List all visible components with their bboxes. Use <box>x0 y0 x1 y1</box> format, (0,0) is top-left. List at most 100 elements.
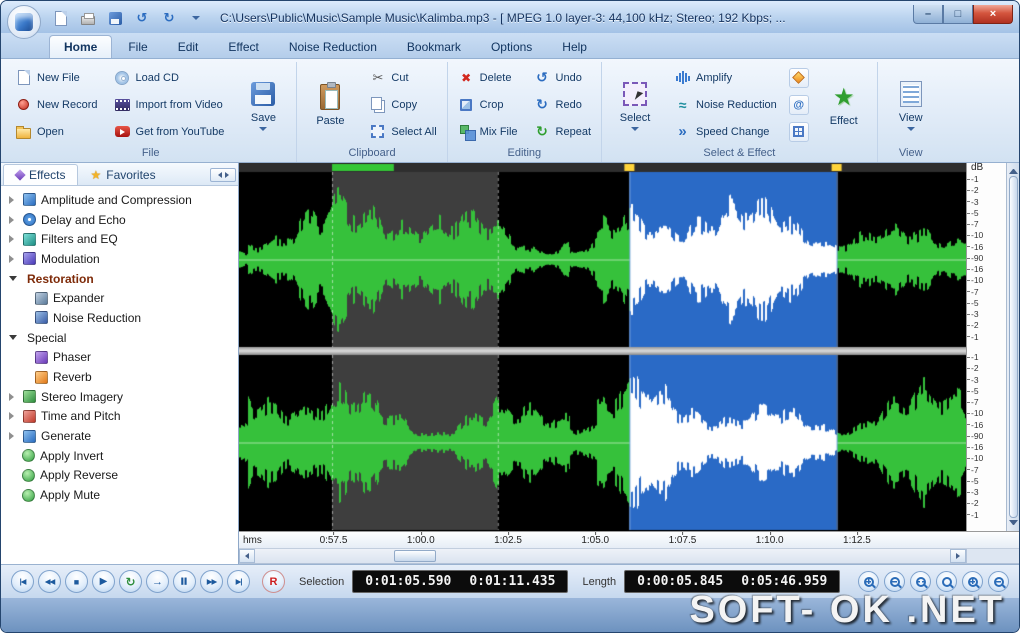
minimize-button[interactable]: – <box>913 4 943 24</box>
effect-preset-button[interactable]: @ <box>788 94 809 115</box>
sidebar-tab-scroller[interactable] <box>210 168 236 182</box>
open-button[interactable]: Open <box>11 122 102 141</box>
tree-item-apply-invert[interactable]: Apply Invert <box>5 446 238 466</box>
rewind-button[interactable]: ◀◀ <box>38 570 61 593</box>
new-file-button[interactable]: New File <box>11 68 102 87</box>
close-button[interactable]: × <box>973 4 1013 24</box>
effect-wizard-button[interactable] <box>788 67 809 88</box>
tab-home[interactable]: Home <box>49 35 113 58</box>
forward-button[interactable]: → <box>146 570 169 593</box>
loop-button[interactable]: ↻ <box>119 570 142 593</box>
select-all-button[interactable]: Select All <box>365 122 440 141</box>
redo-button[interactable]: ↻ Redo <box>530 95 595 114</box>
cut-button[interactable]: ✂ Cut <box>365 68 440 87</box>
tab-file[interactable]: File <box>114 36 161 58</box>
select-button[interactable]: Select <box>608 64 662 145</box>
sidebar-tab-effects[interactable]: Effects <box>3 164 79 185</box>
vertical-scroll-thumb[interactable] <box>1008 176 1018 518</box>
noise-reduction-button[interactable]: ≈ Noise Reduction <box>670 95 781 114</box>
scroll-down-icon[interactable] <box>1008 520 1018 529</box>
stop-button[interactable]: ■ <box>65 570 88 593</box>
tree-item-special[interactable]: Special <box>5 328 238 348</box>
amplify-button[interactable]: Amplify <box>670 68 781 87</box>
tree-item-reverb[interactable]: Reverb <box>5 367 238 387</box>
tab-noise-reduction[interactable]: Noise Reduction <box>275 36 391 58</box>
tab-effect[interactable]: Effect <box>214 36 272 58</box>
effect-button[interactable]: ★ Effect <box>817 64 871 145</box>
expand-arrow-icon[interactable] <box>9 195 14 204</box>
tree-item-noise-reduction[interactable]: Noise Reduction <box>5 308 238 328</box>
scroll-up-icon[interactable] <box>1008 165 1018 174</box>
db-tick-label: -16 <box>967 443 1006 452</box>
category-icon <box>23 390 36 404</box>
horizontal-scroll-thumb[interactable] <box>394 550 436 562</box>
load-cd-button[interactable]: Load CD <box>110 68 229 87</box>
tree-item-amplitude-and-compression[interactable]: Amplitude and Compression <box>5 190 238 210</box>
tree-item-stereo-imagery[interactable]: Stereo Imagery <box>5 387 238 407</box>
tree-item-delay-and-echo[interactable]: Delay and Echo <box>5 210 238 230</box>
fast-forward-button[interactable]: ▶▶ <box>200 570 223 593</box>
skip-start-button[interactable]: |◀ <box>11 570 34 593</box>
effects-tree: Amplitude and Compression Delay and Echo… <box>1 186 238 564</box>
import-from-video-button[interactable]: Import from Video <box>110 95 229 114</box>
pause-button[interactable]: ▌▌ <box>173 570 196 593</box>
expand-arrow-icon[interactable] <box>9 254 14 263</box>
quick-new-button[interactable] <box>51 9 71 27</box>
undo-icon: ↺ <box>536 69 548 85</box>
timeline-ruler[interactable]: hms 0:57.5 1:00.0 1:02.5 1:05.0 1:07.5 1:10.0… <box>239 531 1019 549</box>
collapse-arrow-icon[interactable] <box>9 335 17 341</box>
copy-button[interactable]: Copy <box>365 95 440 114</box>
stereo-waveform-canvas[interactable] <box>239 163 966 531</box>
horizontal-scrollbar[interactable] <box>239 549 1019 564</box>
mix-file-button[interactable]: Mix File <box>454 122 522 141</box>
tree-item-expander[interactable]: Expander <box>5 288 238 308</box>
expand-arrow-icon[interactable] <box>9 392 14 401</box>
view-button[interactable]: View <box>884 64 938 145</box>
tree-item-generate[interactable]: Generate <box>5 426 238 446</box>
app-menu-button[interactable] <box>7 5 41 39</box>
sidebar-tab-favorites[interactable]: ★ Favorites <box>78 165 167 185</box>
scroll-right-button[interactable] <box>950 549 966 563</box>
paste-button[interactable]: Paste <box>303 64 357 145</box>
timeline-tick-label: 1:00.0 <box>406 532 435 546</box>
save-button[interactable]: Save <box>236 64 290 145</box>
tab-edit[interactable]: Edit <box>164 36 213 58</box>
tab-help[interactable]: Help <box>548 36 601 58</box>
scroll-left-button[interactable] <box>239 549 255 563</box>
tree-item-phaser[interactable]: Phaser <box>5 348 238 368</box>
speed-change-button[interactable]: » Speed Change <box>670 122 781 141</box>
skip-end-button[interactable]: ▶| <box>227 570 250 593</box>
undo-button[interactable]: ↺ Undo <box>530 68 595 87</box>
expand-arrow-icon[interactable] <box>9 235 14 244</box>
expand-arrow-icon[interactable] <box>9 215 14 224</box>
ribbon-group-view: View View <box>878 62 944 162</box>
get-from-youtube-button[interactable]: Get from YouTube <box>110 122 229 141</box>
tab-options[interactable]: Options <box>477 36 546 58</box>
tab-bookmark[interactable]: Bookmark <box>393 36 475 58</box>
crop-button[interactable]: Crop <box>454 95 522 114</box>
effect-matrix-button[interactable] <box>788 121 809 142</box>
quick-redo-button[interactable]: ↻ <box>159 9 179 27</box>
delete-button[interactable]: ✖ Delete <box>454 68 522 87</box>
tree-item-filters-and-eq[interactable]: Filters and EQ <box>5 229 238 249</box>
tree-item-apply-reverse[interactable]: Apply Reverse <box>5 466 238 486</box>
vertical-scrollbar[interactable] <box>1006 163 1019 531</box>
tree-item-time-and-pitch[interactable]: Time and Pitch <box>5 407 238 427</box>
tree-item-restoration[interactable]: Restoration <box>5 269 238 289</box>
record-button[interactable]: R <box>262 570 285 593</box>
expand-arrow-icon[interactable] <box>9 412 14 421</box>
maximize-button[interactable]: □ <box>943 4 973 24</box>
expand-arrow-icon[interactable] <box>9 432 14 441</box>
play-button[interactable]: ▶ <box>92 570 115 593</box>
tree-item-apply-mute[interactable]: Apply Mute <box>5 485 238 505</box>
waveform-display[interactable] <box>239 163 966 531</box>
quick-access-dropdown-button[interactable] <box>186 9 206 27</box>
quick-save-button[interactable] <box>105 9 125 27</box>
horizontal-scroll-track[interactable] <box>255 549 950 563</box>
repeat-button[interactable]: ↻ Repeat <box>530 122 595 141</box>
collapse-arrow-icon[interactable] <box>9 276 17 282</box>
quick-print-button[interactable] <box>78 9 98 27</box>
tree-item-modulation[interactable]: Modulation <box>5 249 238 269</box>
new-record-button[interactable]: New Record <box>11 95 102 114</box>
quick-undo-button[interactable]: ↺ <box>132 9 152 27</box>
